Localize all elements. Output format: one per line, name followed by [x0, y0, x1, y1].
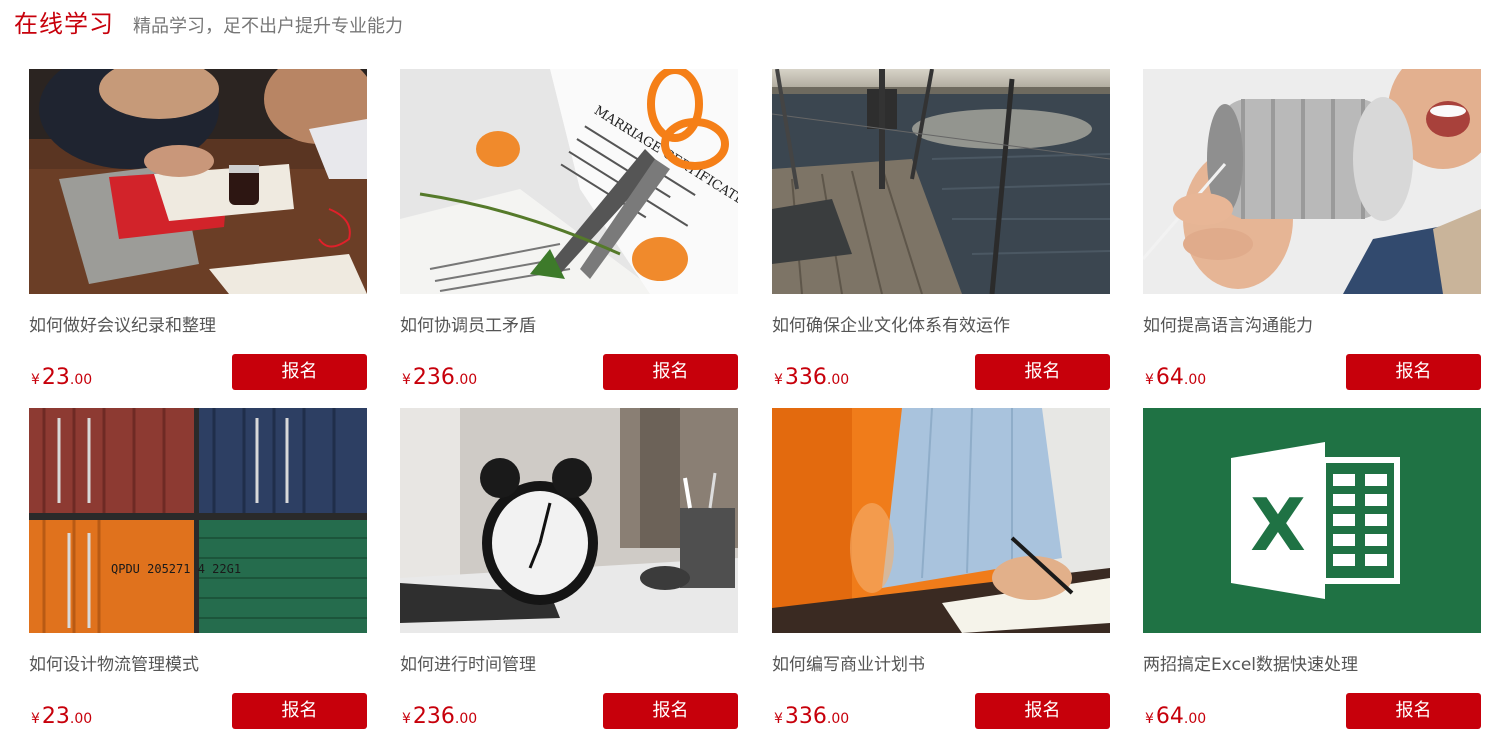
- course-price: ¥236.00: [402, 365, 477, 390]
- course-title[interactable]: 如何设计物流管理模式: [29, 650, 199, 675]
- currency-symbol: ¥: [774, 711, 783, 727]
- price-integer: 236: [412, 704, 455, 729]
- course-image-shipping-containers[interactable]: QPDU 205271 4 22G1: [29, 408, 367, 633]
- course-image-meeting-notes[interactable]: [29, 69, 367, 294]
- price-decimal: .00: [1183, 711, 1207, 727]
- course-image-alarm-clock[interactable]: [400, 408, 738, 633]
- enroll-button[interactable]: 报名: [975, 354, 1110, 390]
- course-image-man-writing[interactable]: [772, 408, 1110, 633]
- price-integer: 336: [784, 365, 827, 390]
- course-title[interactable]: 如何编写商业计划书: [772, 650, 925, 675]
- enroll-button[interactable]: 报名: [1346, 354, 1481, 390]
- price-decimal: .00: [454, 711, 478, 727]
- course-card[interactable]: X 两招搞定Excel数据快速处理 ¥64.00 报名: [1143, 408, 1481, 729]
- price-integer: 336: [784, 704, 827, 729]
- course-price: ¥336.00: [774, 704, 849, 729]
- enroll-button[interactable]: 报名: [232, 354, 367, 390]
- container-code: QPDU 205271 4 22G1: [111, 562, 241, 576]
- enroll-button[interactable]: 报名: [603, 354, 738, 390]
- price-decimal: .00: [826, 711, 850, 727]
- price-decimal: .00: [826, 372, 850, 388]
- course-card[interactable]: 如何做好会议纪录和整理 ¥23.00 报名: [29, 69, 367, 390]
- price-decimal: .00: [1183, 372, 1207, 388]
- currency-symbol: ¥: [1145, 711, 1154, 727]
- course-title[interactable]: 如何进行时间管理: [400, 650, 536, 675]
- course-image-marriage-certificate[interactable]: MARRIAGE CERTIFICATE: [400, 69, 738, 294]
- course-card[interactable]: 如何确保企业文化体系有效运作 ¥336.00 报名: [772, 69, 1110, 390]
- currency-symbol: ¥: [402, 372, 411, 388]
- course-title[interactable]: 如何提高语言沟通能力: [1143, 311, 1313, 336]
- course-card[interactable]: 如何编写商业计划书 ¥336.00 报名: [772, 408, 1110, 729]
- course-price: ¥23.00: [31, 365, 92, 390]
- course-title[interactable]: 如何确保企业文化体系有效运作: [772, 311, 1010, 336]
- course-price: ¥64.00: [1145, 704, 1206, 729]
- section-subtitle: 精品学习，足不出户提升专业能力: [133, 16, 403, 37]
- course-card[interactable]: 如何提高语言沟通能力 ¥64.00 报名: [1143, 69, 1481, 390]
- course-title[interactable]: 如何做好会议纪录和整理: [29, 311, 216, 336]
- currency-symbol: ¥: [31, 372, 40, 388]
- price-decimal: .00: [69, 372, 93, 388]
- price-decimal: .00: [454, 372, 478, 388]
- course-card[interactable]: MARRIAGE CERTIFICATE 如何协调员工矛盾 ¥236.00 报名: [400, 69, 738, 390]
- section-header: 在线学习 精品学习，足不出户提升专业能力: [14, 4, 403, 40]
- enroll-button[interactable]: 报名: [603, 693, 738, 729]
- currency-symbol: ¥: [1145, 372, 1154, 388]
- currency-symbol: ¥: [402, 711, 411, 727]
- course-price: ¥336.00: [774, 365, 849, 390]
- price-integer: 236: [412, 365, 455, 390]
- course-title[interactable]: 两招搞定Excel数据快速处理: [1143, 650, 1358, 675]
- enroll-button[interactable]: 报名: [232, 693, 367, 729]
- enroll-button[interactable]: 报名: [975, 693, 1110, 729]
- course-image-excel-logo[interactable]: X: [1143, 408, 1481, 633]
- price-integer: 23: [41, 704, 70, 729]
- course-price: ¥236.00: [402, 704, 477, 729]
- course-price: ¥23.00: [31, 704, 92, 729]
- enroll-button[interactable]: 报名: [1346, 693, 1481, 729]
- course-image-sailboat-deck[interactable]: [772, 69, 1110, 294]
- course-price: ¥64.00: [1145, 365, 1206, 390]
- section-title: 在线学习: [14, 10, 114, 38]
- currency-symbol: ¥: [31, 711, 40, 727]
- currency-symbol: ¥: [774, 372, 783, 388]
- course-image-tin-can-phone[interactable]: [1143, 69, 1481, 294]
- course-card[interactable]: QPDU 205271 4 22G1 如何设计物流管理模式 ¥23.00 报名: [29, 408, 367, 729]
- price-integer: 64: [1155, 365, 1184, 390]
- excel-x-letter: X: [1250, 483, 1306, 567]
- price-integer: 23: [41, 365, 70, 390]
- course-title[interactable]: 如何协调员工矛盾: [400, 311, 536, 336]
- price-decimal: .00: [69, 711, 93, 727]
- course-card[interactable]: 如何进行时间管理 ¥236.00 报名: [400, 408, 738, 729]
- price-integer: 64: [1155, 704, 1184, 729]
